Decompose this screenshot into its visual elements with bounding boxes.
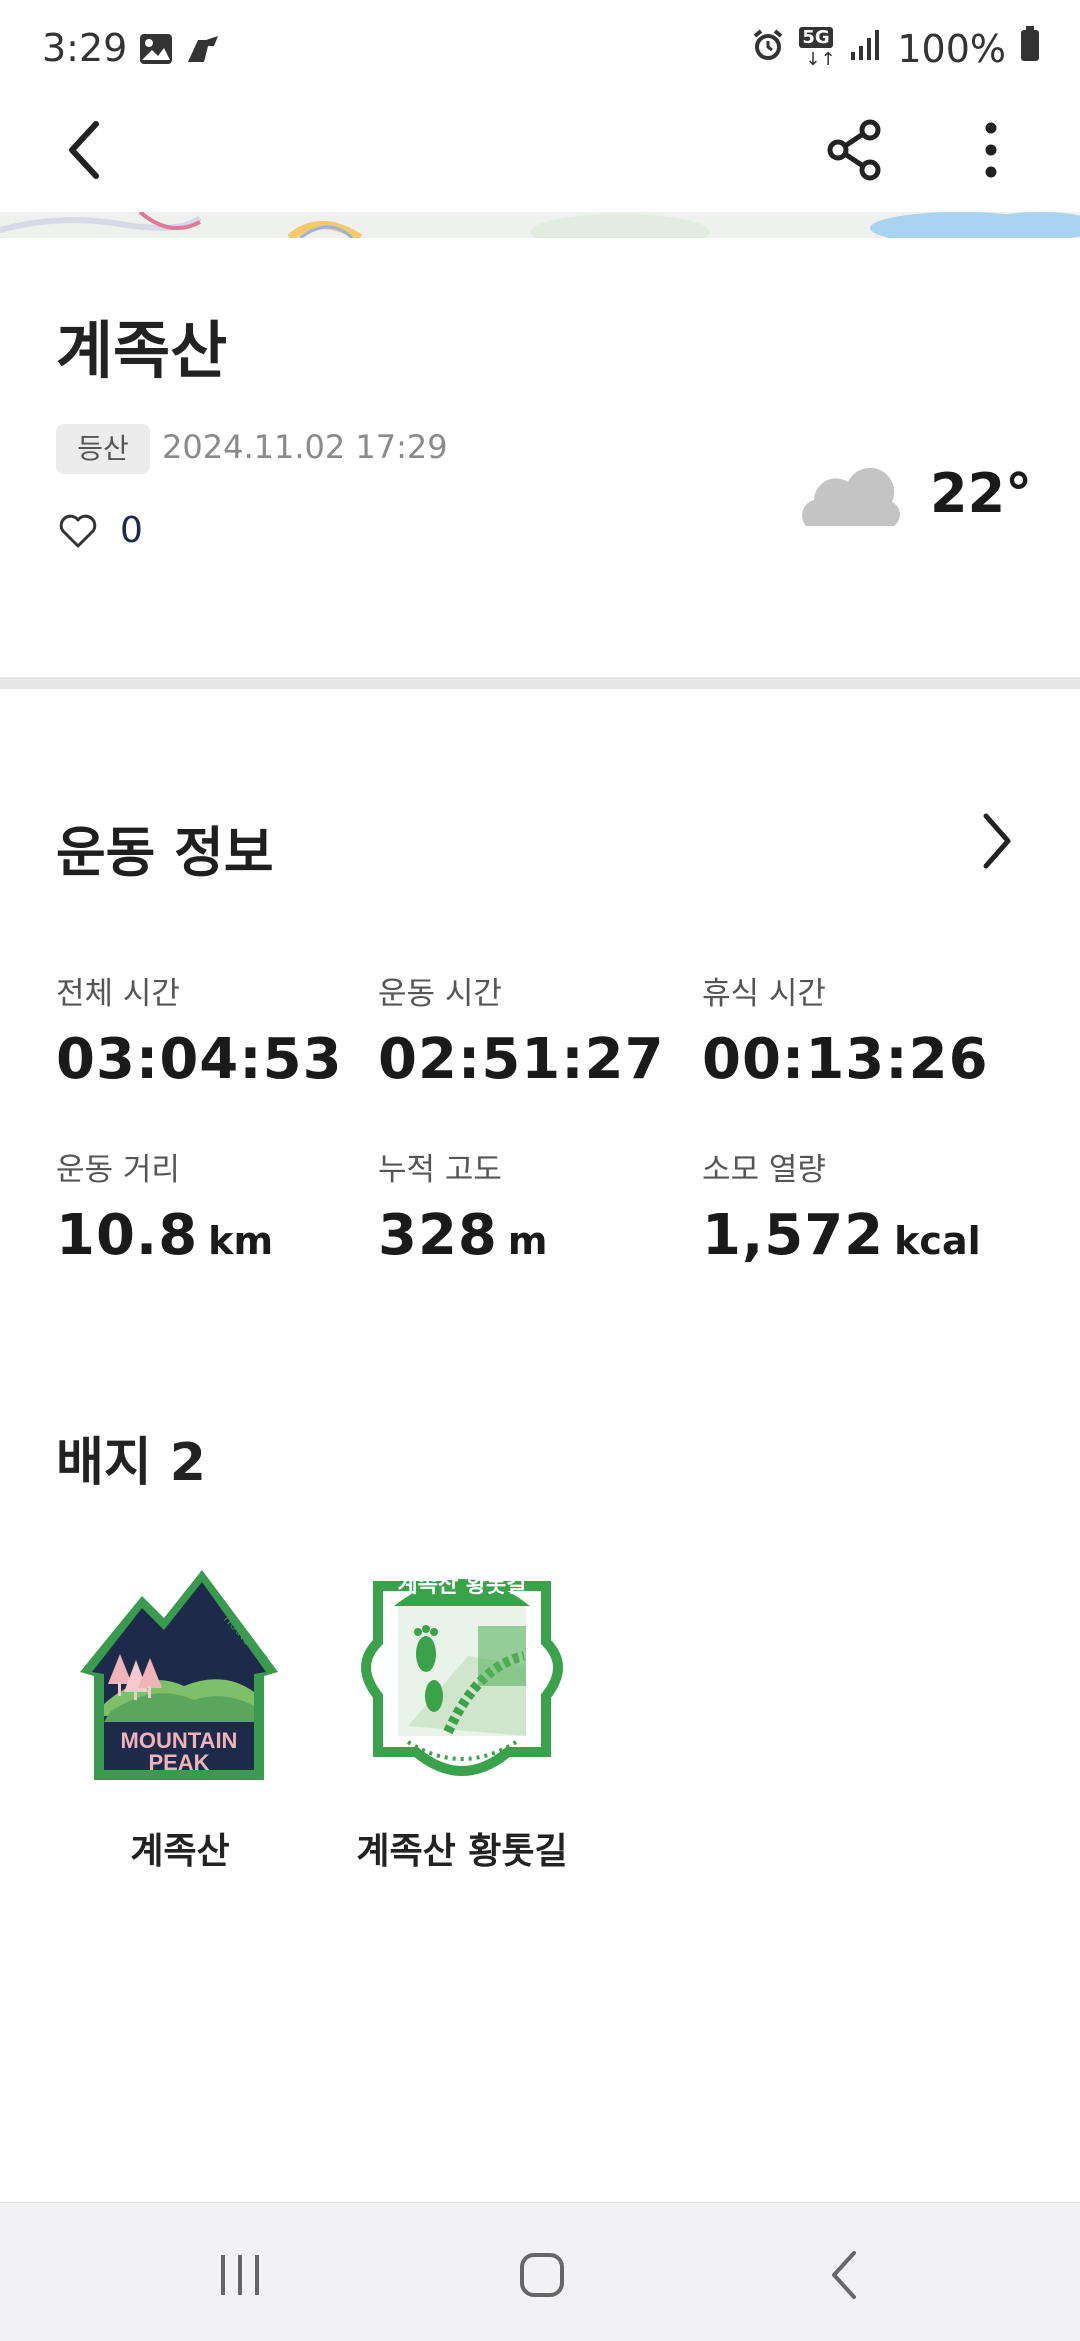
badge-hwangtogil[interactable]: 계족산 황톳길 bbox=[338, 1546, 586, 1792]
stat-label: 운동 거리 bbox=[56, 1152, 180, 1188]
activity-datetime: 2024.11.02 17:29 bbox=[162, 428, 448, 466]
status-time: 3:29 bbox=[42, 26, 128, 70]
like-count: 0 bbox=[120, 510, 143, 551]
stat-label: 운동 시간 bbox=[378, 976, 502, 1012]
battery-icon bbox=[1020, 26, 1040, 71]
stat-value: 328 bbox=[378, 1203, 498, 1268]
network-5g-icon: 5G ↓↑ bbox=[799, 26, 836, 70]
activity-title: 계족산 bbox=[56, 314, 228, 387]
recent-apps-icon bbox=[221, 2255, 259, 2295]
section-divider bbox=[0, 677, 1080, 689]
stat-value: 02:51:27 bbox=[378, 1027, 665, 1092]
hwangtogil-stamp-image: 계족산 황톳길 bbox=[361, 1573, 563, 1776]
stat-label: 휴식 시간 bbox=[702, 976, 826, 1012]
exercise-info-more-button[interactable] bbox=[962, 806, 1032, 876]
recent-apps-button[interactable] bbox=[208, 2243, 272, 2307]
gallery-icon bbox=[138, 32, 174, 70]
back-button[interactable] bbox=[50, 114, 122, 186]
like-button[interactable]: 0 bbox=[58, 510, 143, 551]
badge-label: 계족산 황톳길 bbox=[356, 1831, 568, 1872]
stat-unit: km bbox=[208, 1219, 274, 1263]
badge-mountain-peak[interactable]: MOUNTAIN PEAK TRANGGLE bbox=[74, 1562, 284, 1782]
signal-icon bbox=[849, 27, 883, 71]
system-navigation-bar bbox=[0, 2202, 1080, 2341]
route-app-icon bbox=[184, 32, 224, 70]
activity-type-tag: 등산 bbox=[56, 424, 150, 474]
stat-label: 전체 시간 bbox=[56, 976, 180, 1012]
stat-distance: 운동 거리 10.8 km bbox=[56, 1144, 273, 1268]
stat-value: 1,572 bbox=[702, 1203, 885, 1268]
stat-total-time: 전체 시간 03:04:53 bbox=[56, 968, 343, 1092]
stat-rest-time: 휴식 시간 00:13:26 bbox=[702, 968, 989, 1092]
stamp-text: 계족산 황톳길 bbox=[397, 1573, 526, 1598]
share-button[interactable] bbox=[820, 114, 892, 186]
battery-label: 100% bbox=[897, 26, 1006, 71]
exercise-info-title: 운동 정보 bbox=[56, 821, 274, 884]
system-back-button[interactable] bbox=[812, 2241, 880, 2309]
mountain-peak-badge-image: MOUNTAIN PEAK TRANGGLE bbox=[80, 1570, 278, 1780]
stat-unit: m bbox=[507, 1219, 548, 1263]
chevron-left-icon bbox=[69, 121, 99, 179]
more-vertical-icon bbox=[985, 122, 997, 178]
back-arrow-icon bbox=[832, 2251, 856, 2299]
stat-value: 00:13:26 bbox=[702, 1027, 989, 1092]
alarm-icon bbox=[751, 27, 785, 71]
home-button[interactable] bbox=[508, 2241, 576, 2309]
map-image bbox=[0, 212, 1080, 238]
stat-value: 10.8 bbox=[56, 1203, 199, 1268]
stat-elevation: 누적 고도 328 m bbox=[378, 1144, 548, 1268]
cloud-icon bbox=[800, 462, 900, 532]
badge-text-peak: PEAK bbox=[148, 1750, 209, 1775]
chevron-right-icon bbox=[983, 813, 1011, 869]
badge-label: 계족산 bbox=[130, 1831, 230, 1872]
stat-calories: 소모 열량 1,572 kcal bbox=[702, 1144, 981, 1268]
badges-title: 배지 2 bbox=[56, 1433, 206, 1493]
stat-value: 03:04:53 bbox=[56, 1027, 343, 1092]
status-right: 5G ↓↑ 100% bbox=[751, 26, 1040, 71]
stat-label: 누적 고도 bbox=[378, 1152, 502, 1188]
network-label: 5G bbox=[799, 26, 833, 48]
map-preview[interactable] bbox=[0, 212, 1080, 238]
temperature: 22° bbox=[930, 462, 1033, 525]
stat-unit: kcal bbox=[894, 1219, 981, 1263]
app-bar bbox=[0, 100, 1080, 212]
stat-label: 소모 열량 bbox=[702, 1152, 826, 1188]
status-bar: 3:29 5G ↓↑ 100% bbox=[0, 0, 1080, 100]
share-icon bbox=[827, 119, 881, 181]
home-icon bbox=[520, 2253, 564, 2297]
more-options-button[interactable] bbox=[955, 114, 1027, 186]
stat-active-time: 운동 시간 02:51:27 bbox=[378, 968, 665, 1092]
heart-icon bbox=[59, 514, 97, 547]
